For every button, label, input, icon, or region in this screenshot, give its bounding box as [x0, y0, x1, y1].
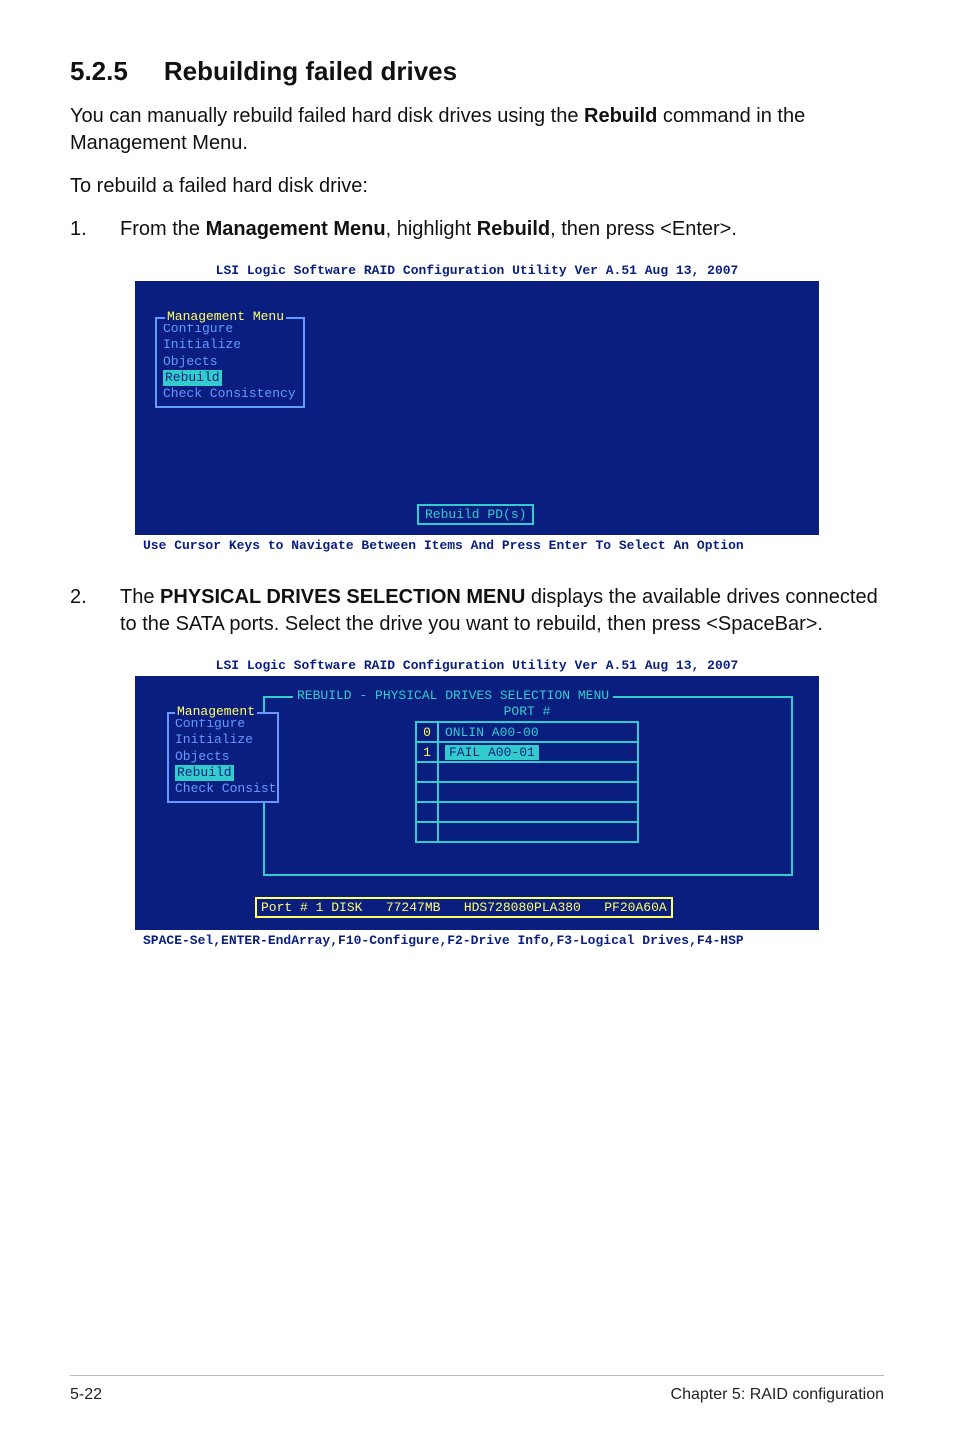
port-row0-num: 0: [416, 722, 438, 742]
section-title: Rebuilding failed drives: [164, 56, 457, 86]
table-row: [416, 822, 638, 842]
menu-item-rebuild[interactable]: Rebuild: [163, 370, 222, 386]
menu2-item-rebuild[interactable]: Rebuild: [175, 765, 234, 781]
port-row1-val: FAIL A00-01: [438, 742, 638, 762]
port-row0-val: ONLIN A00-00: [438, 722, 638, 742]
console2-title: LSI Logic Software RAID Configuration Ut…: [135, 654, 819, 676]
console1-footer: Use Cursor Keys to Navigate Between Item…: [135, 535, 819, 556]
page-number: 5-22: [70, 1386, 102, 1404]
console1-body: Management Menu Configure Initialize Obj…: [135, 281, 819, 535]
step-1-a: From the: [120, 218, 206, 240]
menu2-item-objects[interactable]: Objects: [175, 749, 271, 765]
drive-status-box: Port # 1 DISK 77247MB HDS728080PLA380 PF…: [255, 897, 673, 918]
step-2: 2. The PHYSICAL DRIVES SELECTION MENU di…: [70, 584, 884, 638]
step-1: 1. From the Management Menu, highlight R…: [70, 216, 884, 243]
port-header: PORT #: [415, 704, 639, 721]
menu2-item-initialize[interactable]: Initialize: [175, 732, 271, 748]
step-2-number: 2.: [70, 584, 120, 638]
management-menu-title-2: Management: [175, 704, 257, 719]
menu2-item-check-consist[interactable]: Check Consist: [175, 781, 271, 797]
console1-title: LSI Logic Software RAID Configuration Ut…: [135, 259, 819, 281]
page-footer: 5-22 Chapter 5: RAID configuration: [70, 1375, 884, 1404]
step-1-d: Rebuild: [477, 218, 550, 240]
table-row[interactable]: 0 ONLIN A00-00: [416, 722, 638, 742]
chapter-label: Chapter 5: RAID configuration: [671, 1386, 884, 1404]
port-row1-num: 1: [416, 742, 438, 762]
menu-item-objects[interactable]: Objects: [163, 354, 297, 370]
management-menu-box-2: Management Configure Initialize Objects …: [167, 712, 279, 803]
rebuild-pd-box: Rebuild PD(s): [417, 504, 534, 525]
table-row: [416, 782, 638, 802]
step-2-b: PHYSICAL DRIVES SELECTION MENU: [160, 586, 525, 608]
management-menu-box: Management Menu Configure Initialize Obj…: [155, 317, 305, 408]
intro-paragraph-1: You can manually rebuild failed hard dis…: [70, 103, 884, 157]
intro-p1-b: Rebuild: [584, 105, 657, 127]
port-table: PORT # 0 ONLIN A00-00 1 FAIL A00-01: [415, 704, 639, 843]
menu-item-check-consistency[interactable]: Check Consistency: [163, 386, 297, 402]
console2-footer: SPACE-Sel,ENTER-EndArray,F10-Configure,F…: [135, 930, 819, 951]
console-screenshot-1: LSI Logic Software RAID Configuration Ut…: [135, 259, 819, 556]
step-1-number: 1.: [70, 216, 120, 243]
console2-body: REBUILD - PHYSICAL DRIVES SELECTION MENU…: [135, 676, 819, 930]
step-2-a: The: [120, 586, 160, 608]
menu-item-initialize[interactable]: Initialize: [163, 337, 297, 353]
step-1-e: , then press <Enter>.: [550, 218, 737, 240]
step-1-c: , highlight: [386, 218, 477, 240]
step-1-b: Management Menu: [206, 218, 386, 240]
port-grid: 0 ONLIN A00-00 1 FAIL A00-01: [415, 721, 639, 843]
console-screenshot-2: LSI Logic Software RAID Configuration Ut…: [135, 654, 819, 951]
step-1-text: From the Management Menu, highlight Rebu…: [120, 216, 884, 243]
section-number: 5.2.5: [70, 56, 128, 86]
port-row1-val-text: FAIL A00-01: [445, 745, 539, 760]
table-row[interactable]: 1 FAIL A00-01: [416, 742, 638, 762]
section-heading: 5.2.5 Rebuilding failed drives: [70, 56, 884, 87]
intro-p1-a: You can manually rebuild failed hard dis…: [70, 105, 584, 127]
management-menu-title: Management Menu: [165, 309, 286, 324]
intro-paragraph-2: To rebuild a failed hard disk drive:: [70, 173, 884, 200]
selection-panel-title: REBUILD - PHYSICAL DRIVES SELECTION MENU: [293, 688, 613, 703]
step-2-text: The PHYSICAL DRIVES SELECTION MENU displ…: [120, 584, 884, 638]
table-row: [416, 802, 638, 822]
table-row: [416, 762, 638, 782]
